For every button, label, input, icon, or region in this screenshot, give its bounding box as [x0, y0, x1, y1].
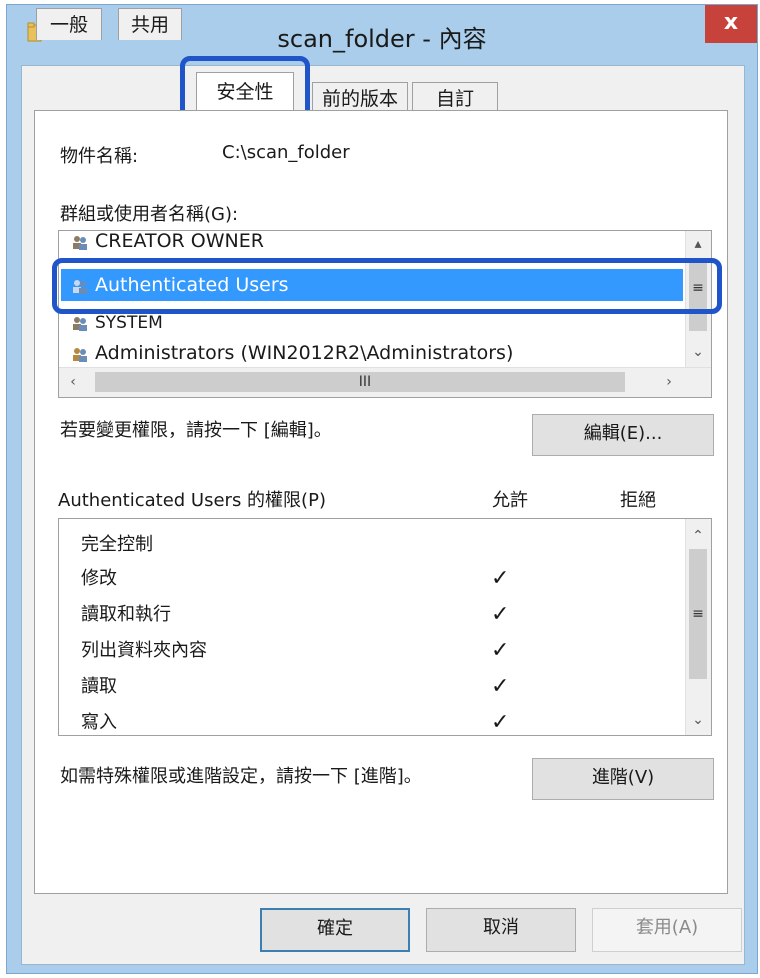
groups-label: 群組或使用者名稱(G): [60, 204, 239, 225]
chevron-up-icon[interactable]: ▴ [686, 233, 710, 255]
list-item-label: Administrators (WIN2012R2\Administrators… [95, 342, 514, 364]
list-item-creator-owner[interactable]: CREATOR OWNER [71, 230, 264, 257]
list-item-administrators[interactable]: Administrators (WIN2012R2\Administrators… [71, 337, 513, 369]
object-name-label: 物件名稱: [60, 146, 139, 167]
list-item-label: SYSTEM [95, 313, 163, 333]
cancel-button[interactable]: 取消 [426, 908, 576, 952]
groups-listbox[interactable]: CREATOR OWNER Authenticated Users SYSTEM… [58, 230, 712, 398]
permission-name: 列出資料夾內容 [81, 640, 207, 661]
deny-header: 拒絕 [620, 490, 656, 511]
permission-name: 修改 [81, 568, 117, 589]
groups-horizontal-scrollbar[interactable]: ‹ III › [59, 367, 711, 397]
chevron-up-icon[interactable]: ⌃ [686, 525, 710, 547]
chevron-left-icon[interactable]: ‹ [61, 371, 85, 393]
users-icon [73, 235, 87, 250]
permission-name: 讀取 [81, 676, 117, 697]
users-icon [73, 317, 87, 331]
permission-row: 讀取 ✓ [81, 669, 681, 705]
users-icon [73, 347, 87, 362]
permission-row: 寫入 ✓ [81, 705, 681, 735]
permission-row: 修改 ✓ [81, 561, 681, 597]
ok-button[interactable]: 確定 [260, 908, 410, 952]
edit-hint: 若要變更權限，請按一下 [編輯]。 [60, 420, 332, 441]
permission-row: 列出資料夾內容 ✓ [81, 633, 681, 669]
permissions-list[interactable]: 完全控制 修改 ✓ 讀取和執行 ✓ 列出資料夾內容 ✓ 讀取 ✓ 寫入 ✓ ⌃ … [58, 518, 712, 736]
permission-row: 讀取和執行 ✓ [81, 597, 681, 633]
permission-name: 完全控制 [81, 534, 153, 555]
hscroll-thumb-grip: III [358, 374, 372, 390]
advanced-button[interactable]: 進階(V) [532, 758, 714, 800]
advanced-hint: 如需特殊權限或進階設定，請按一下 [進階]。 [60, 766, 422, 787]
chevron-down-icon[interactable]: ⌄ [686, 341, 710, 363]
permissions-label: Authenticated Users 的權限(P) [58, 490, 326, 511]
allow-check-icon: ✓ [491, 602, 510, 627]
allow-check-icon: ✓ [491, 710, 510, 735]
apply-button[interactable]: 套用(A) [592, 908, 742, 952]
selection-highlight [52, 258, 722, 314]
chevron-down-icon[interactable]: ⌄ [686, 709, 710, 731]
permission-name: 讀取和執行 [81, 604, 171, 625]
permission-name: 寫入 [81, 712, 117, 733]
allow-header: 允許 [492, 490, 528, 511]
allow-check-icon: ✓ [491, 638, 510, 663]
edit-button[interactable]: 編輯(E)... [532, 414, 714, 456]
allow-check-icon: ✓ [491, 566, 510, 591]
close-button[interactable]: x [705, 5, 757, 43]
tab-sharing[interactable]: 共用 [118, 8, 182, 40]
object-name-value: C:\scan_folder [222, 142, 350, 163]
vscroll-thumb-grip: ≡ [692, 606, 704, 622]
list-item-label: CREATOR OWNER [95, 230, 264, 252]
permission-row: 完全控制 [81, 527, 681, 563]
permissions-vertical-scrollbar[interactable]: ⌃ ≡ ⌄ [685, 519, 711, 735]
allow-check-icon: ✓ [491, 674, 510, 699]
chevron-right-icon[interactable]: › [657, 371, 681, 393]
tab-general[interactable]: 一般 [36, 8, 102, 40]
